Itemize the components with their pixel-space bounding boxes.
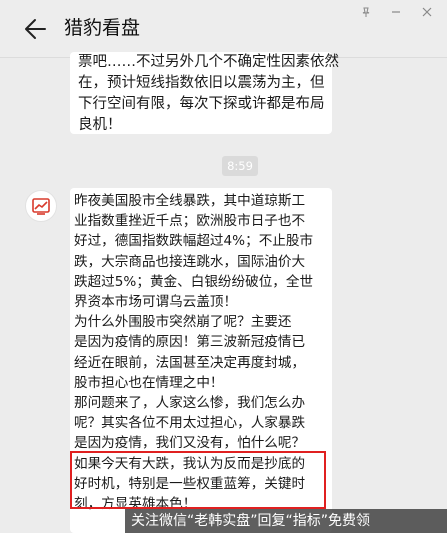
message-line: 下行空间有限，每次下探或许都是布局: [78, 96, 325, 112]
message-line: 那问题来了，人家这么惨，我们怎么办: [74, 395, 306, 412]
minimize-icon[interactable]: [391, 2, 401, 13]
message-bubble[interactable]: 昨夜美国股市全线暴跌，其中道琼斯工 业指数重挫近千点；欧洲股市日子也不 好过，德…: [70, 188, 332, 533]
message-line: 业指数重挫近千点；欧洲股市日子也不: [74, 213, 306, 230]
message-line: 良机！: [78, 117, 122, 133]
page-title: 猎豹看盘: [64, 17, 141, 39]
message-line: 是因为疫情的原因！第三波新冠疫情已: [74, 334, 306, 351]
message-timestamp: 8:59: [222, 156, 258, 176]
message-line: 好过，德国指数跌幅超过4%；不止股市: [74, 233, 314, 250]
back-arrow-icon[interactable]: [22, 16, 48, 42]
chart-app-icon[interactable]: [25, 190, 57, 222]
message-line: 跌，大宗商品也接连跳水，国际油价大: [74, 253, 306, 270]
message-line: 为什么外围股市突然崩了呢？主要还: [74, 314, 292, 331]
message-line: 如果今天有大跌，我认为反而是抄底的: [74, 455, 306, 472]
message-line: 好时机，特别是一些权重蓝筹，关键时: [74, 475, 306, 492]
message-line: 呢？其实各位不用太过担心，人家暴跌: [74, 415, 306, 432]
message-line: 界资本市场可谓乌云盖顶！: [74, 294, 238, 311]
message-line: 在，预计短线指数依旧以震荡为主，但: [78, 75, 325, 91]
message-line: 跌超过5%；黄金、白银纷纷破位，全世: [74, 273, 314, 290]
chat-header: 猎豹看盘: [0, 0, 447, 58]
message-line: 票吧……不过另外几个不确定性因素依然: [78, 54, 339, 70]
pin-icon[interactable]: [361, 2, 371, 17]
message-line: 股市担心也在情理之中！: [74, 374, 224, 391]
message-line: 是因为疫情，我们又没有，怕什么呢？: [74, 435, 306, 452]
message-line: 昨夜美国股市全线暴跌，其中道琼斯工: [74, 193, 306, 209]
message-bubble[interactable]: 票吧……不过另外几个不确定性因素依然 在，预计短线指数依旧以震荡为主，但 下行空…: [70, 52, 339, 134]
close-icon[interactable]: [422, 2, 432, 17]
message-line: 经近在眼前，法国甚至决定再度封城，: [74, 354, 306, 371]
watermark-banner: 关注微信“老韩实盘”回复“指标”免费领: [125, 509, 447, 533]
